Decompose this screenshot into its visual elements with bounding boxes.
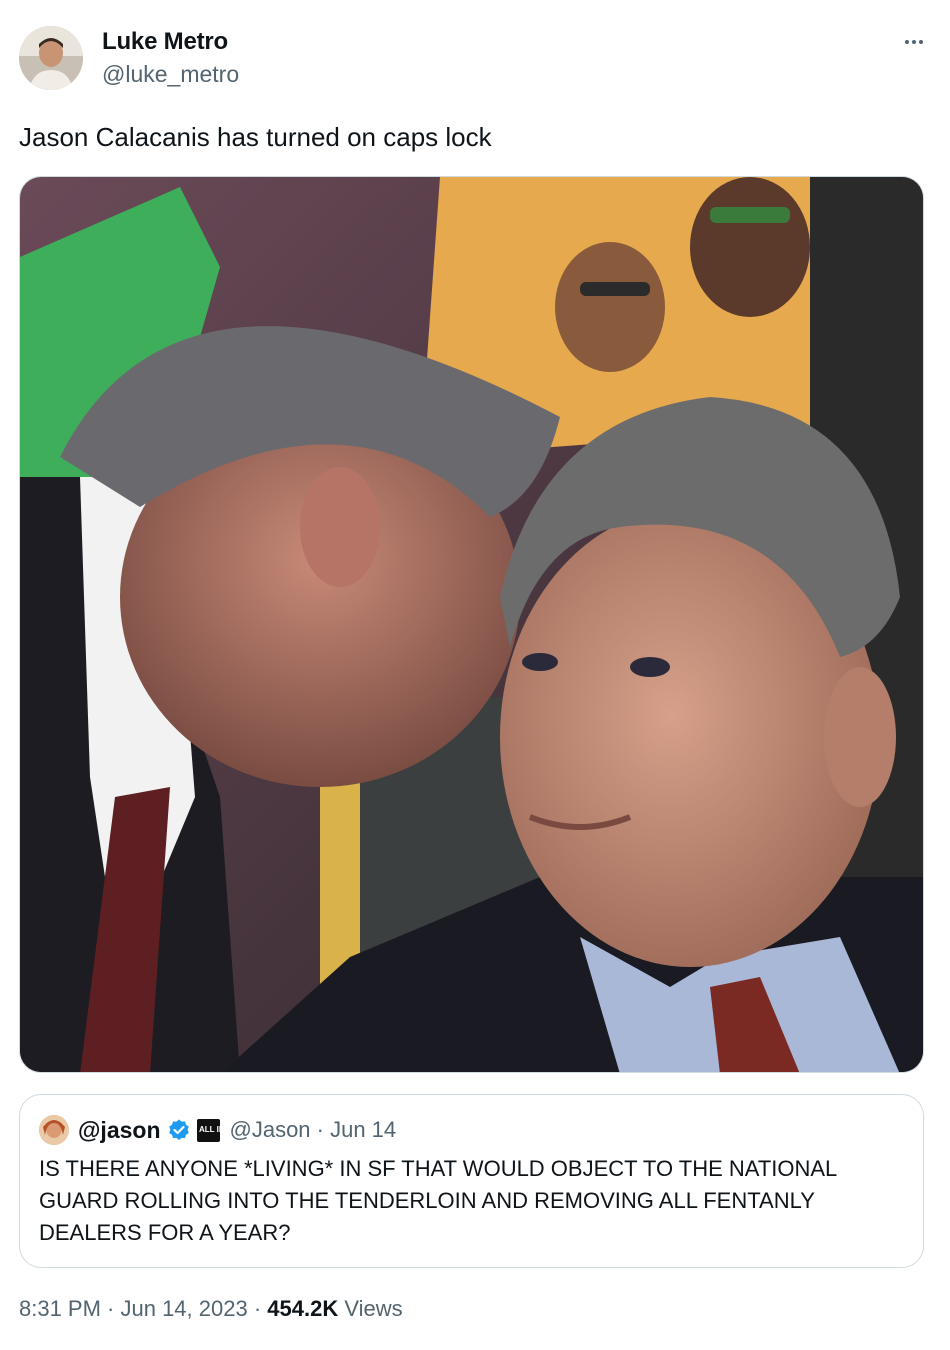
quoted-tweet-meta[interactable]: @Jason · Jun 14 bbox=[230, 1117, 397, 1143]
author-name[interactable]: Luke Metro bbox=[102, 28, 228, 56]
affiliate-badge-icon: ALL IN bbox=[196, 1118, 225, 1142]
tweet-photo[interactable] bbox=[19, 176, 924, 1073]
affiliate-badge-text: ALL IN bbox=[199, 1125, 225, 1134]
tweet-timestamp[interactable]: 8:31 PM · Jun 14, 2023 · bbox=[19, 1296, 267, 1321]
quoted-tweet-header: @jason ALL IN @Jason · Jun 14 bbox=[39, 1115, 396, 1145]
author-handle[interactable]: @luke_metro bbox=[102, 61, 239, 88]
views-count: 454.2K bbox=[267, 1296, 339, 1321]
quoted-author-name[interactable]: @jason bbox=[78, 1117, 161, 1144]
quoted-tweet[interactable]: @jason ALL IN @Jason · Jun 14 IS THERE A… bbox=[19, 1094, 924, 1268]
tweet-text: Jason Calacanis has turned on caps lock bbox=[19, 122, 492, 152]
quoted-tweet-text: IS THERE ANYONE *LIVING* IN SF THAT WOUL… bbox=[39, 1156, 837, 1245]
verified-badge-icon bbox=[168, 1119, 189, 1140]
tweet-footer: 8:31 PM · Jun 14, 2023 · 454.2K Views bbox=[19, 1296, 403, 1322]
more-horizontal-icon[interactable] bbox=[898, 26, 930, 58]
quoted-author-avatar[interactable] bbox=[39, 1115, 69, 1145]
tweet-header: Luke Metro @luke_metro bbox=[19, 26, 930, 92]
author-avatar[interactable] bbox=[19, 26, 83, 90]
views-label: Views bbox=[338, 1296, 403, 1321]
